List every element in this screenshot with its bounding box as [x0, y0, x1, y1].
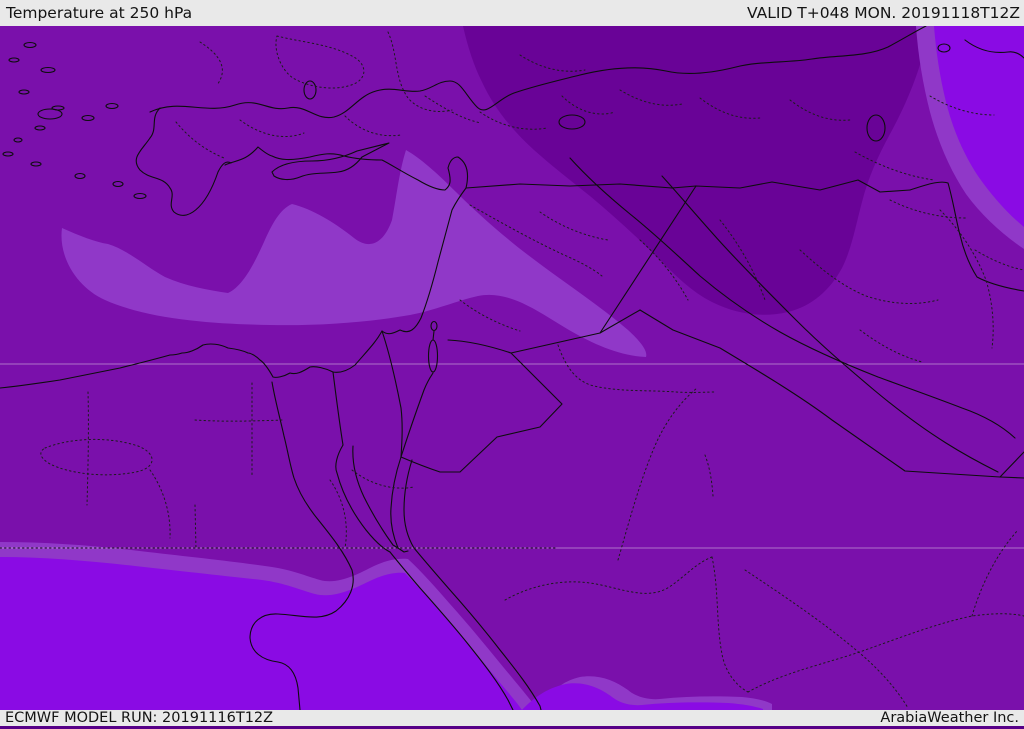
- header-bar: Temperature at 250 hPa VALID T+048 MON. …: [0, 0, 1024, 26]
- valid-time-label: VALID T+048 MON. 20191118T12Z: [747, 4, 1020, 22]
- footer-bar: ECMWF MODEL RUN: 20191116T12Z ArabiaWeat…: [0, 710, 1024, 726]
- credit-label: ArabiaWeather Inc.: [880, 710, 1019, 726]
- map-title: Temperature at 250 hPa: [6, 4, 193, 22]
- model-run-label: ECMWF MODEL RUN: 20191116T12Z: [5, 710, 274, 726]
- weather-map: [0, 26, 1024, 710]
